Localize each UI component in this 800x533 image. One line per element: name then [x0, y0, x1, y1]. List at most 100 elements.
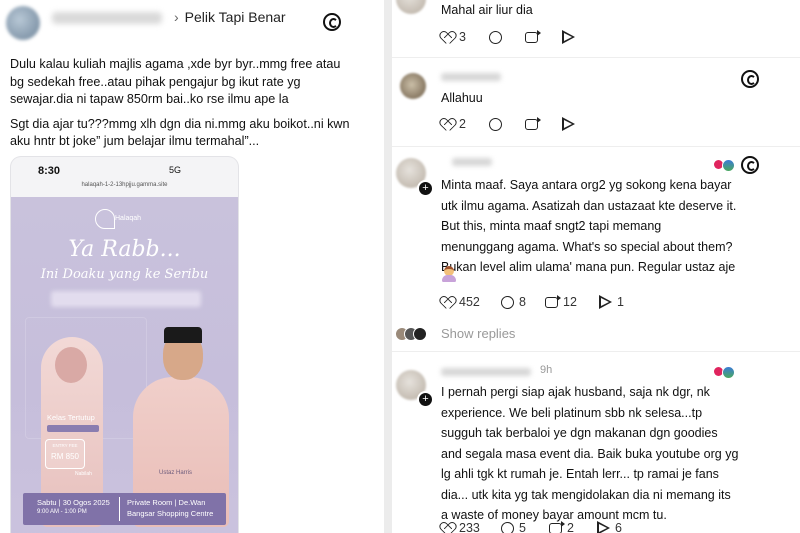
event-poster: Halaqah Ya Rabb... Ini Doaku yang ke Ser…: [11, 197, 238, 533]
event-time: 9:00 AM - 1:00 PM: [37, 509, 87, 515]
left-panel: › Pelik Tapi Benar Dulu kalau kuliah majl…: [0, 0, 384, 533]
globe-reaction-icon: [722, 366, 735, 379]
phone-clock: 8:30: [38, 165, 61, 177]
post-line: bg sedekah free..atau pihak pengajur bg …: [10, 74, 301, 89]
send-icon: [597, 521, 610, 533]
repost-icon: [525, 116, 541, 130]
follow-plus-icon[interactable]: +: [419, 182, 432, 195]
emoji-body: [442, 275, 456, 282]
class-tag: [47, 425, 99, 432]
timestamp: 9h: [540, 364, 553, 376]
follow-plus-icon[interactable]: +: [419, 393, 432, 406]
comment-line: experience. We beli platinum sbb nk sele…: [441, 405, 703, 420]
heart-icon: [441, 118, 454, 131]
comment-text: I pernah pergi siap ajak husband, saja n…: [441, 382, 738, 526]
repost-button[interactable]: 2: [549, 519, 574, 533]
share-count: 1: [617, 295, 624, 309]
repost-button[interactable]: [525, 115, 541, 133]
comment-text: Minta maaf. Saya antara org2 yg sokong k…: [441, 175, 736, 278]
repost-icon: [549, 520, 565, 533]
reaction-badges: [714, 366, 740, 379]
comment-line: and segala masa event dia. Baik buka you…: [441, 446, 739, 461]
send-icon: [599, 295, 612, 309]
share-button[interactable]: [562, 28, 575, 46]
halaqah-logo-icon: [95, 209, 115, 229]
post-body: Dulu kalau kuliah majlis agama ,xde byr …: [10, 56, 378, 151]
browser-url: halaqah-1-2-13hpjju.gamma.site: [81, 182, 168, 188]
comment-line: But this, minta maaf sngt2 tapi memang: [441, 219, 662, 233]
reply-button[interactable]: 5: [501, 519, 526, 533]
share-button[interactable]: [562, 115, 575, 133]
entry-fee-label: ENTRY FEE: [52, 443, 78, 448]
show-replies-link[interactable]: Show replies: [441, 326, 515, 341]
repost-button[interactable]: 12: [545, 293, 577, 311]
reply-button[interactable]: [489, 115, 502, 133]
comment-line: Bukan level alim ulama' mana pun. Regula…: [441, 260, 736, 274]
threads-logo-icon: [323, 13, 341, 31]
reaction-badges: [714, 159, 740, 172]
reply-count: 8: [519, 295, 526, 309]
commenter-avatar[interactable]: [400, 73, 426, 99]
reply-avatar: [413, 327, 427, 341]
phone-network-status: 5G: [169, 165, 182, 175]
separator: [392, 351, 800, 352]
comment-line: lg ahli tgk kt rumah je. Entah lerr... t…: [441, 467, 719, 481]
repost-count: 12: [563, 295, 577, 309]
comment-line: utk ilmu agama. Asatizah dan ustazaat kt…: [441, 198, 737, 213]
comment-line: I pernah pergi siap ajak husband, saja n…: [441, 385, 710, 399]
reply-button[interactable]: [489, 28, 502, 46]
chevron-right-icon: ›: [174, 9, 179, 25]
post-header: › Pelik Tapi Benar: [0, 0, 384, 44]
repost-icon: [525, 29, 541, 43]
topic-label: Pelik Tapi Benar: [184, 9, 286, 25]
comment-icon: [501, 295, 514, 309]
heart-icon: [441, 31, 454, 44]
author-avatar[interactable]: [6, 6, 40, 40]
like-button[interactable]: 3: [441, 28, 466, 46]
commenter-name-redacted: [441, 73, 501, 81]
heart-icon: [441, 522, 454, 533]
share-button[interactable]: 6: [597, 519, 622, 533]
heart-icon: [441, 296, 454, 309]
post-line: aku hntr bt joke” jum belajar ilmu terma…: [10, 134, 260, 148]
entry-fee-badge: ENTRY FEE RM 850: [45, 439, 85, 469]
like-count: 3: [459, 30, 466, 44]
comment-icon: [501, 521, 514, 533]
comment-icon: [489, 117, 502, 131]
send-icon: [562, 117, 575, 131]
speaker-woman-face: [55, 347, 87, 383]
replies-panel: Mahal air liur dia 3 Allahuu 2 + Minta m…: [392, 0, 800, 533]
send-icon: [562, 30, 575, 44]
comment-line: Allahuu: [441, 91, 483, 105]
share-button[interactable]: 1: [599, 293, 624, 311]
commenter-name-redacted: [452, 158, 492, 166]
share-count: 6: [615, 521, 622, 533]
post-line: Dulu kalau kuliah majlis agama ,xde byr …: [10, 57, 341, 71]
like-button[interactable]: 452: [441, 293, 480, 311]
songkok-cap: [164, 327, 202, 343]
commenter-name-redacted: [441, 368, 531, 376]
threads-logo-icon: [741, 70, 759, 88]
post-line: Sgt dia ajar tu???mmg xlh dgn dia ni.mmg…: [10, 116, 350, 131]
comment-icon: [489, 30, 502, 44]
like-count: 452: [459, 295, 480, 309]
like-button[interactable]: 2: [441, 115, 466, 133]
poster-fineprint: [51, 291, 201, 307]
like-button[interactable]: 233: [441, 519, 480, 533]
column-divider: [384, 0, 392, 533]
attached-screenshot[interactable]: 8:30 5G halaqah-1-2-13hpjju.gamma.site H…: [11, 157, 238, 533]
poster-footer: Sabtu | 30 Ogos 2025 9:00 AM - 1:00 PM P…: [23, 493, 226, 525]
repost-count: 2: [567, 521, 574, 533]
comment-line: dia... utk kita yg tak mengidolakan dia …: [441, 487, 731, 502]
commenter-avatar[interactable]: [396, 0, 426, 14]
repost-button[interactable]: [525, 28, 541, 46]
comment-line: sugguh tak berbaloi ye dgn makanan dgn g…: [441, 426, 718, 440]
poster-subtitle: Ini Doaku yang ke Seribu: [40, 267, 209, 282]
poster-logo-text: Halaqah: [115, 215, 142, 222]
like-count: 233: [459, 521, 480, 533]
footer-divider: [119, 497, 120, 521]
reply-button[interactable]: 8: [501, 293, 526, 311]
breadcrumb[interactable]: › Pelik Tapi Benar: [174, 9, 286, 25]
threads-logo-icon: [741, 156, 759, 174]
comment-line: a waste of money bayar amount mcm tu.: [441, 508, 667, 522]
